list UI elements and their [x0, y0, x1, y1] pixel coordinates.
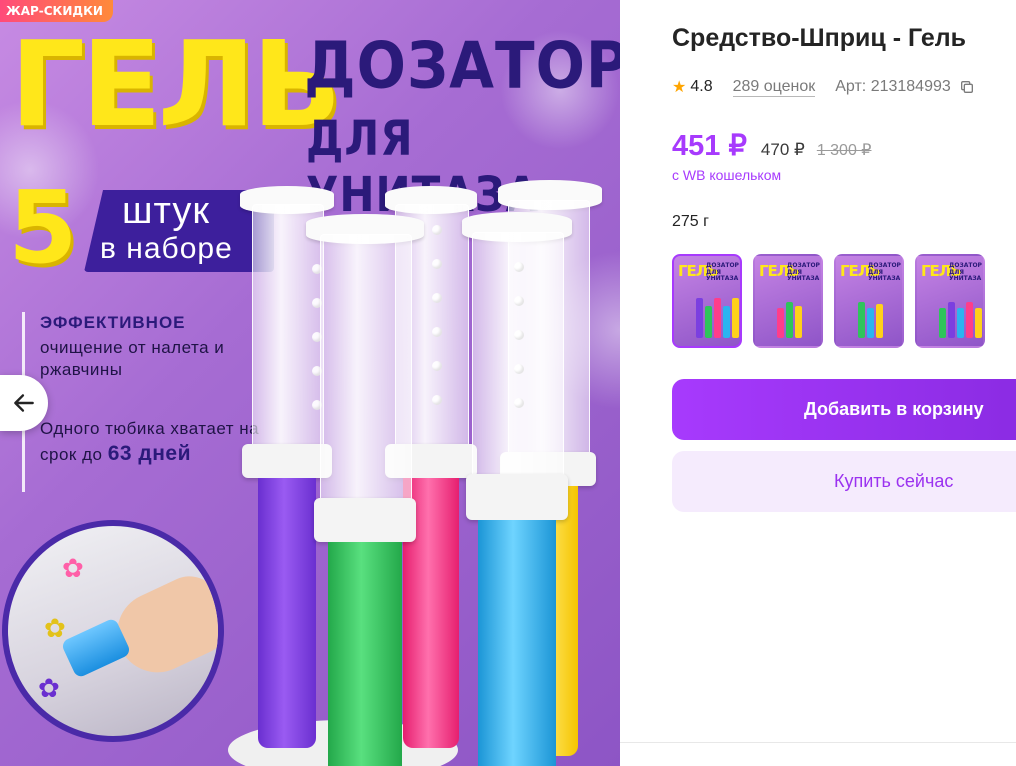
variant-thumb[interactable]: ГЕЛЬ ДОЗАТОР ДЛЯ УНИТАЗА [753, 254, 823, 348]
syringe-green [306, 214, 424, 766]
feature-text: очищение от налета и ржавчины [40, 338, 225, 380]
pink-flower-icon: ✿ [62, 554, 84, 584]
hand [104, 566, 218, 686]
image-title-dosator: ДОЗАТОР [304, 28, 620, 103]
divider [620, 742, 1016, 743]
price-row: 451 ₽ 470 ₽ 1 300 ₽ [672, 128, 871, 163]
feature2-text-bold: 63 дней [107, 442, 191, 466]
star-icon: ★ [672, 79, 687, 96]
variant-thumb-syringes [696, 298, 740, 338]
variant-thumb-syringes [939, 302, 983, 338]
syringe-dots [432, 225, 444, 429]
add-to-cart-button[interactable]: Добавить в корзину [672, 379, 1016, 440]
variant-thumb[interactable]: ГЕЛЬ ДОЗАТОР ДЛЯ УНИТАЗА [915, 254, 985, 348]
variant-thumb-syringes [777, 302, 804, 338]
product-rating: 4.8 [690, 78, 713, 95]
product-weight: 275 г [672, 213, 709, 230]
purple-flower-icon: ✿ [38, 674, 60, 704]
price-original: 1 300 ₽ [816, 142, 872, 159]
variant-list: ГЕЛЬ ДОЗАТОР ДЛЯ УНИТАЗА ГЕЛЬ ДОЗАТОР ДЛ… [672, 254, 996, 348]
variant-thumb[interactable]: ГЕЛЬ ДОЗАТОР ДЛЯ УНИТАЗА [672, 254, 742, 348]
count-label-line1: штук [122, 190, 210, 232]
usage-photo: ✿ ✿ ✿ [2, 520, 224, 742]
reviews-link[interactable]: 289 оценок [732, 78, 816, 97]
wallet-note: с WB кошельком [672, 167, 782, 183]
feature-title: ЭФФЕКТИВНОЕ [40, 313, 186, 332]
product-title: Средство-Шприц - Гель [672, 24, 967, 52]
buy-now-button[interactable]: Купить сейчас [672, 451, 1016, 512]
product-info-panel: Средство-Шприц - Гель ★ 4.8 289 оценок А… [620, 0, 1016, 766]
variant-thumb-sub: ДОЗАТОР ДЛЯ УНИТАЗА [787, 262, 820, 283]
product-image: ЖАР-СКИДКИ ГЕЛЬ ДОЗАТОР ДЛЯ УНИТАЗА 5 шт… [0, 0, 620, 766]
count-label-line2: в наборе [100, 232, 233, 265]
product-meta: ★ 4.8 289 оценок Арт: 213184993 [672, 77, 975, 97]
variant-thumb-sub: ДОЗАТОР ДЛЯ УНИТАЗА [868, 262, 901, 283]
variant-thumb[interactable]: ГЕЛЬ ДОЗАТОР ДЛЯ УНИТАЗА [834, 254, 904, 348]
article-number: Арт: 213184993 [835, 78, 951, 95]
price-current: 451 ₽ [672, 130, 747, 162]
variant-thumb-sub: ДОЗАТОР ДЛЯ УНИТАЗА [706, 262, 739, 283]
price-without-wallet: 470 ₽ [760, 140, 805, 159]
count-number: 5 [8, 169, 78, 286]
copy-icon[interactable] [959, 79, 975, 95]
image-title-gel: ГЕЛЬ [10, 15, 342, 153]
variant-thumb-syringes [858, 302, 885, 338]
yellow-flower-icon: ✿ [44, 614, 66, 644]
variant-thumb-sub: ДОЗАТОР ДЛЯ УНИТАЗА [949, 262, 982, 283]
syringe-dots [514, 262, 526, 432]
arrow-left-icon [14, 394, 34, 412]
